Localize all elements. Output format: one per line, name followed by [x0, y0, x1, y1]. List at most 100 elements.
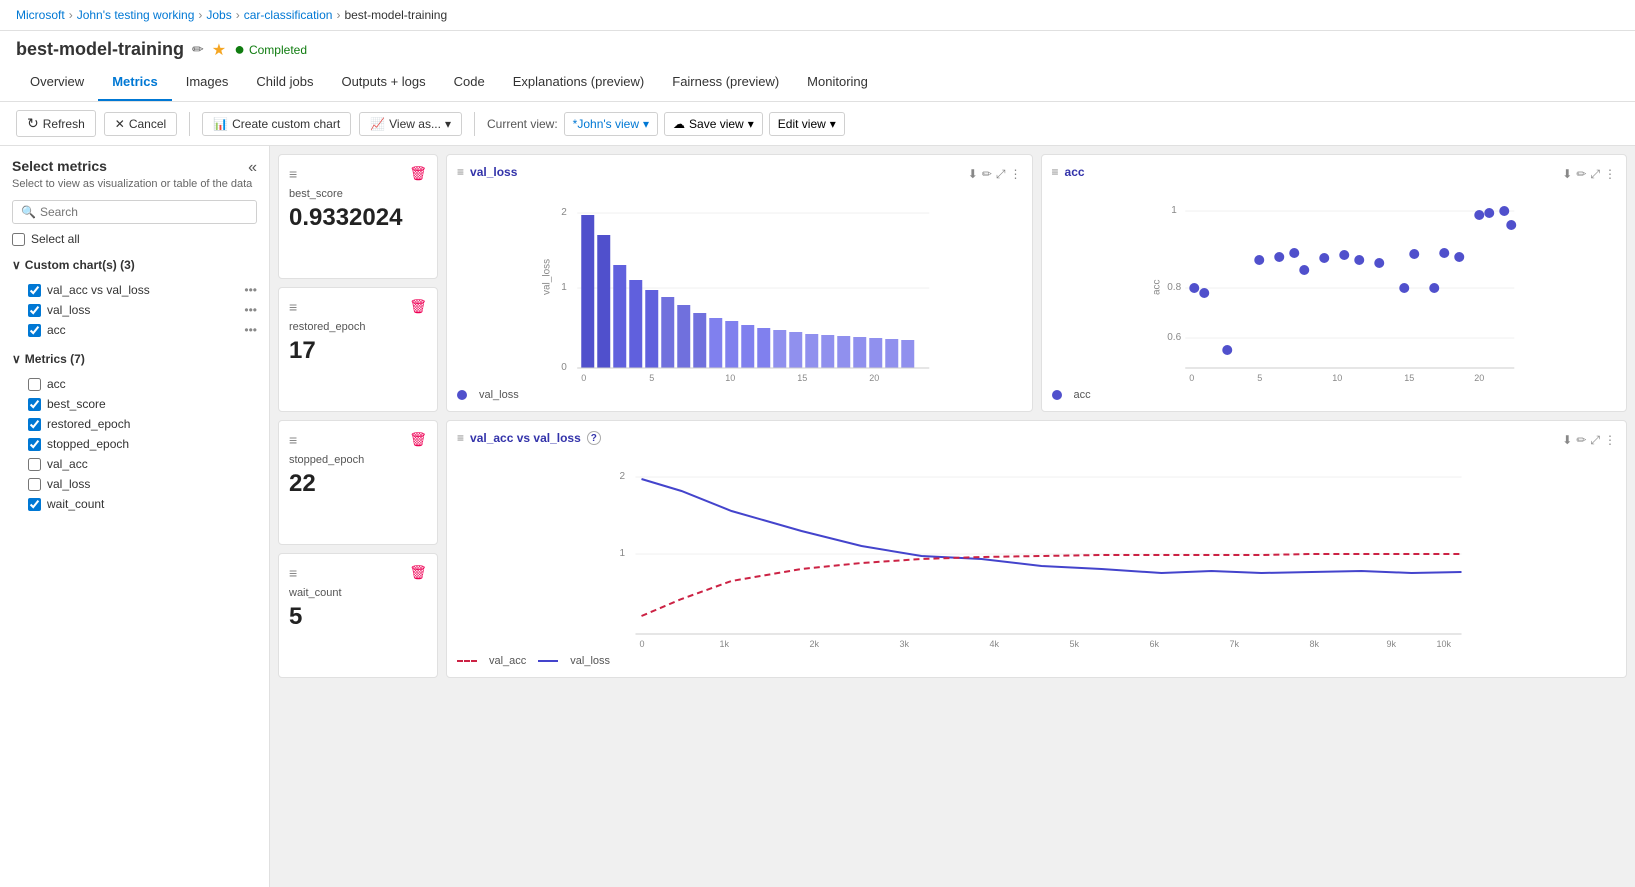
delete-icon[interactable]: 🗑 [409, 165, 427, 182]
more-icon-2[interactable]: ••• [244, 323, 257, 337]
view-as-button[interactable]: 📈 View as... ▾ [359, 112, 462, 136]
svg-text:10k: 10k [1437, 639, 1452, 649]
list-item[interactable]: val_loss ••• [12, 300, 257, 320]
breadcrumb-workspace[interactable]: John's testing working [77, 8, 195, 22]
view-name-button[interactable]: *John's view ▾ [564, 112, 658, 136]
breadcrumb: Microsoft › John's testing working › Job… [0, 0, 1635, 31]
metric-checkbox-stopped-epoch[interactable] [28, 438, 41, 451]
drag-handle2[interactable]: ≡ [289, 299, 297, 315]
separator2 [474, 112, 475, 136]
create-chart-button[interactable]: 📊 Create custom chart [202, 112, 351, 136]
list-item[interactable]: wait_count [12, 494, 257, 514]
custom-chart-checkbox-0[interactable] [28, 284, 41, 297]
tab-fairness[interactable]: Fairness (preview) [658, 64, 793, 101]
breadcrumb-jobs[interactable]: Jobs [206, 8, 231, 22]
tab-images[interactable]: Images [172, 64, 243, 101]
search-icon: 🔍 [21, 205, 36, 219]
svg-text:0: 0 [581, 373, 586, 383]
metric-checkbox-acc[interactable] [28, 378, 41, 391]
cancel-icon: ✕ [115, 117, 125, 131]
list-item[interactable]: acc ••• [12, 320, 257, 340]
help-icon[interactable]: ? [587, 431, 601, 445]
panel-title: Select metrics [12, 158, 107, 174]
tab-explanations[interactable]: Explanations (preview) [499, 64, 659, 101]
chart-icon: 📊 [213, 117, 228, 131]
more-options-icon[interactable]: ⋮ [1010, 167, 1022, 181]
expand-icon3[interactable]: ⤢ [1590, 433, 1600, 448]
list-item[interactable]: best_score [12, 394, 257, 414]
download-icon2[interactable]: ⬇ [1562, 167, 1572, 181]
svg-text:10: 10 [1332, 373, 1342, 383]
title-bar: best-model-training ✏ ★ ● Completed [0, 31, 1635, 64]
list-item[interactable]: acc [12, 374, 257, 394]
cancel-button[interactable]: ✕ Cancel [104, 112, 177, 136]
custom-chart-checkbox-2[interactable] [28, 324, 41, 337]
metric-checkbox-val-acc[interactable] [28, 458, 41, 471]
tab-metrics[interactable]: Metrics [98, 64, 172, 101]
tab-monitoring[interactable]: Monitoring [793, 64, 882, 101]
card-best-score: ≡ 🗑 best_score 0.9332024 [278, 154, 438, 279]
edit-chart-icon3[interactable]: ✏ [1576, 433, 1586, 447]
tab-overview[interactable]: Overview [16, 64, 98, 101]
delete-icon4[interactable]: 🗑 [409, 564, 427, 581]
metrics-header[interactable]: ∨ Metrics (7) [12, 348, 257, 370]
svg-text:1: 1 [620, 548, 626, 559]
delete-icon3[interactable]: 🗑 [409, 431, 427, 448]
breadcrumb-car-classification[interactable]: car-classification [244, 8, 333, 22]
search-input[interactable] [40, 205, 248, 219]
chart-drag-icon[interactable]: ≡ [457, 165, 464, 179]
svg-text:15: 15 [797, 373, 807, 383]
svg-text:val_loss: val_loss [541, 259, 552, 295]
download-icon[interactable]: ⬇ [968, 167, 978, 181]
list-item[interactable]: val_acc [12, 454, 257, 474]
delete-icon2[interactable]: 🗑 [409, 298, 427, 315]
card-restored-epoch: ≡ 🗑 restored_epoch 17 [278, 287, 438, 412]
edit-chart-icon2[interactable]: ✏ [1576, 167, 1586, 181]
card-val-loss: ≡ val_loss ⬇ ✏ ⤢ ⋮ 2 1 [446, 154, 1033, 412]
metric-checkbox-best-score[interactable] [28, 398, 41, 411]
list-item[interactable]: val_acc vs val_loss ••• [12, 280, 257, 300]
save-view-button[interactable]: ☁ Save view ▾ [664, 112, 763, 136]
status-badge: ● Completed [234, 39, 307, 60]
svg-text:2k: 2k [810, 639, 820, 649]
list-item[interactable]: stopped_epoch [12, 434, 257, 454]
right-content: ≡ 🗑 best_score 0.9332024 ≡ val_loss ⬇ ✏ [270, 146, 1635, 887]
drag-handle4[interactable]: ≡ [289, 565, 297, 581]
drag-handle3[interactable]: ≡ [289, 432, 297, 448]
metric-checkbox-val-loss[interactable] [28, 478, 41, 491]
edit-view-button[interactable]: Edit view ▾ [769, 112, 845, 136]
chart-drag-icon3[interactable]: ≡ [457, 431, 464, 445]
collapse-panel-icon[interactable]: « [248, 159, 257, 177]
select-all-row[interactable]: Select all [12, 232, 257, 246]
val-acc-vs-val-loss-chart: 2 1 0 1k 2k 3k 4k [457, 451, 1616, 667]
breadcrumb-microsoft[interactable]: Microsoft [16, 8, 65, 22]
more-icon-0[interactable]: ••• [244, 283, 257, 297]
metric-label-val-loss: val_loss [47, 477, 90, 491]
drag-handle[interactable]: ≡ [289, 166, 297, 182]
tab-child-jobs[interactable]: Child jobs [242, 64, 327, 101]
expand-icon2[interactable]: ⤢ [1590, 167, 1600, 182]
more-options-icon3[interactable]: ⋮ [1604, 433, 1616, 447]
custom-charts-header[interactable]: ∨ Custom chart(s) (3) [12, 254, 257, 276]
edit-icon[interactable]: ✏ [192, 41, 204, 58]
expand-icon[interactable]: ⤢ [996, 167, 1006, 182]
metric-checkbox-wait-count[interactable] [28, 498, 41, 511]
tab-outputs-logs[interactable]: Outputs + logs [327, 64, 439, 101]
refresh-button[interactable]: ↻ Refresh [16, 110, 96, 137]
more-options-icon2[interactable]: ⋮ [1604, 167, 1616, 181]
more-icon-1[interactable]: ••• [244, 303, 257, 317]
tab-code[interactable]: Code [440, 64, 499, 101]
edit-chart-icon[interactable]: ✏ [982, 167, 992, 181]
chart-drag-icon2[interactable]: ≡ [1052, 165, 1059, 179]
metric-label-val-acc: val_acc [47, 457, 88, 471]
custom-chart-checkbox-1[interactable] [28, 304, 41, 317]
metric-checkbox-restored-epoch[interactable] [28, 418, 41, 431]
list-item[interactable]: val_loss [12, 474, 257, 494]
star-icon[interactable]: ★ [212, 40, 226, 60]
card-label-restored-epoch: restored_epoch [289, 321, 427, 333]
chevron-down-icon4: ▾ [830, 117, 836, 131]
svg-text:0.6: 0.6 [1167, 332, 1181, 343]
select-all-checkbox[interactable] [12, 233, 25, 246]
download-icon3[interactable]: ⬇ [1562, 433, 1572, 447]
list-item[interactable]: restored_epoch [12, 414, 257, 434]
